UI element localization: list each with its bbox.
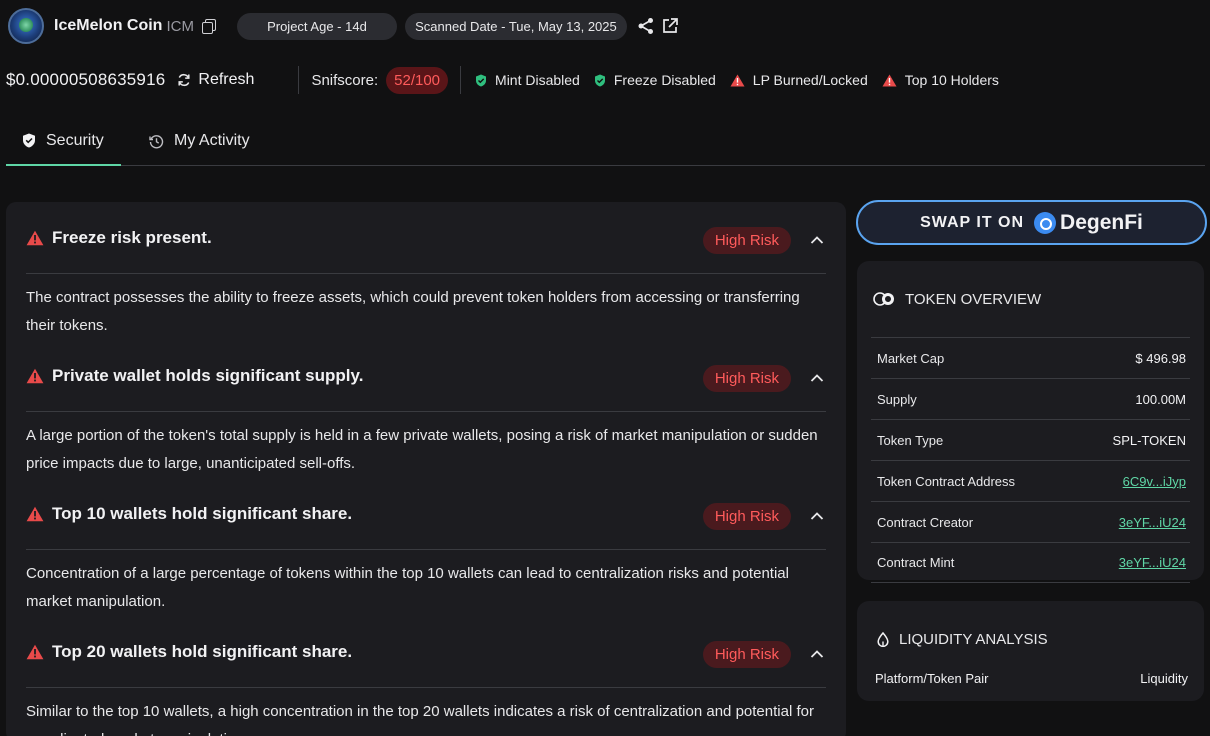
flag-mint-disabled: Mint Disabled xyxy=(475,72,580,88)
flag-top-10-holders: Top 10 Holders xyxy=(882,72,999,88)
swap-label: SWAP IT ON xyxy=(920,213,1025,231)
security-risks-panel: Freeze risk present. High Risk The contr… xyxy=(6,202,846,736)
risk-header[interactable]: Top 20 wallets hold significant share. H… xyxy=(26,616,826,688)
col-platform-pair: Platform/Token Pair xyxy=(875,671,989,686)
tab-security-label: Security xyxy=(46,131,104,149)
scanned-date-badge: Scanned Date - Tue, May 13, 2025 xyxy=(404,12,627,40)
liquidity-header: LIQUIDITY ANALYSIS xyxy=(871,601,1190,677)
warning-icon xyxy=(730,74,745,87)
risk-header[interactable]: Private wallet holds significant supply.… xyxy=(26,340,826,412)
risk-title: Top 20 wallets hold significant share. xyxy=(52,641,353,661)
coins-icon xyxy=(873,292,895,306)
snifscore-badge: 52/100 xyxy=(386,66,449,94)
token-overview-title: TOKEN OVERVIEW xyxy=(905,290,1042,308)
warning-icon xyxy=(26,230,44,246)
refresh-label: Refresh xyxy=(198,71,255,88)
flag-freeze-disabled: Freeze Disabled xyxy=(594,72,716,88)
token-stats-bar: $0.00000508635916 Refresh Snifscore: 52/… xyxy=(6,64,1013,96)
shield-check-icon xyxy=(594,74,606,87)
risk-level-badge: High Risk xyxy=(702,641,791,668)
contract-creator-link[interactable]: 3eYF...iU24 xyxy=(1119,515,1186,530)
copy-icon[interactable] xyxy=(201,19,216,34)
tab-my-activity[interactable]: My Activity xyxy=(133,117,266,165)
overview-row-contract-address: Token Contract Address 6C9v...iJyp xyxy=(871,460,1190,501)
overview-row-market-cap: Market Cap $ 496.98 xyxy=(871,337,1190,378)
warning-icon xyxy=(882,74,897,87)
risk-level-badge: High Risk xyxy=(702,365,791,392)
liquidity-analysis-card: LIQUIDITY ANALYSIS Platform/Token Pair L… xyxy=(857,601,1204,701)
risk-description: Concentration of a large percentage of t… xyxy=(26,565,789,610)
chevron-up-icon[interactable] xyxy=(810,647,824,661)
contract-address-link[interactable]: 6C9v...iJyp xyxy=(1123,474,1186,489)
warning-icon xyxy=(26,644,44,660)
history-icon xyxy=(149,134,164,149)
refresh-icon xyxy=(178,73,190,87)
degenfi-logo-icon xyxy=(1034,211,1057,234)
divider xyxy=(460,66,462,94)
risk-level-badge: High Risk xyxy=(702,503,791,530)
overview-row-supply: Supply 100.00M xyxy=(871,378,1190,419)
liquidity-table-header: Platform/Token Pair Liquidity xyxy=(871,671,1190,686)
coin-symbol: ICM xyxy=(166,17,194,35)
contract-mint-link[interactable]: 3eYF...iU24 xyxy=(1119,555,1186,570)
risk-header[interactable]: Freeze risk present. High Risk xyxy=(26,202,826,274)
external-link-icon[interactable] xyxy=(661,17,679,35)
tab-my-activity-label: My Activity xyxy=(174,132,250,149)
token-overview-header: TOKEN OVERVIEW xyxy=(871,261,1190,337)
risk-header[interactable]: Top 10 wallets hold significant share. H… xyxy=(26,478,826,550)
chevron-up-icon[interactable] xyxy=(810,371,824,385)
overview-row-token-type: Token Type SPL-TOKEN xyxy=(871,419,1190,460)
chevron-up-icon[interactable] xyxy=(810,233,824,247)
risk-title: Freeze risk present. xyxy=(52,227,212,247)
shield-icon xyxy=(22,133,36,148)
project-age-badge: Project Age - 14d xyxy=(236,12,397,40)
risk-item: Private wallet holds significant supply.… xyxy=(26,340,826,478)
risk-title: Top 10 wallets hold significant share. xyxy=(52,503,353,523)
risk-description: The contract possesses the ability to fr… xyxy=(26,289,800,334)
flag-lp-burned-locked: LP Burned/Locked xyxy=(730,72,868,88)
overview-row-contract-creator: Contract Creator 3eYF...iU24 xyxy=(871,501,1190,542)
risk-item: Top 20 wallets hold significant share. H… xyxy=(26,616,826,736)
tab-security[interactable]: Security xyxy=(6,117,121,166)
overview-row-contract-mint: Contract Mint 3eYF...iU24 xyxy=(871,542,1190,583)
token-price: $0.00000508635916 xyxy=(6,70,166,89)
warning-icon xyxy=(26,368,44,384)
coin-header: IceMelon Coin ICM Project Age - 14d Scan… xyxy=(8,8,679,44)
tab-bar: Security My Activity xyxy=(6,117,1205,166)
risk-description: Similar to the top 10 wallets, a high co… xyxy=(26,703,814,736)
risk-item: Top 10 wallets hold significant share. H… xyxy=(26,478,826,616)
refresh-button[interactable]: Refresh xyxy=(177,71,254,89)
risk-level-badge: High Risk xyxy=(702,227,791,254)
warning-icon xyxy=(26,506,44,522)
swap-button[interactable]: SWAP IT ON DegenFi xyxy=(856,200,1207,245)
shield-check-icon xyxy=(475,74,487,87)
token-overview-card: TOKEN OVERVIEW Market Cap $ 496.98 Suppl… xyxy=(857,261,1204,583)
risk-item: Freeze risk present. High Risk The contr… xyxy=(26,202,826,340)
share-icon[interactable] xyxy=(637,17,655,35)
risk-title: Private wallet holds significant supply. xyxy=(52,365,364,385)
liquidity-title: LIQUIDITY ANALYSIS xyxy=(899,630,1048,648)
col-liquidity: Liquidity xyxy=(1140,671,1188,686)
security-flags: Mint Disabled Freeze Disabled LP Burned/… xyxy=(475,72,1013,88)
token-overview-table: Market Cap $ 496.98 Supply 100.00M Token… xyxy=(871,337,1190,583)
divider xyxy=(298,66,300,94)
swap-brand: DegenFi xyxy=(1060,210,1143,234)
droplet-icon xyxy=(877,631,889,647)
coin-logo xyxy=(8,8,44,44)
chevron-up-icon[interactable] xyxy=(810,509,824,523)
snifscore-label: Snifscore: xyxy=(311,71,379,89)
risk-description: A large portion of the token's total sup… xyxy=(26,427,818,472)
coin-name: IceMelon Coin xyxy=(54,17,163,34)
